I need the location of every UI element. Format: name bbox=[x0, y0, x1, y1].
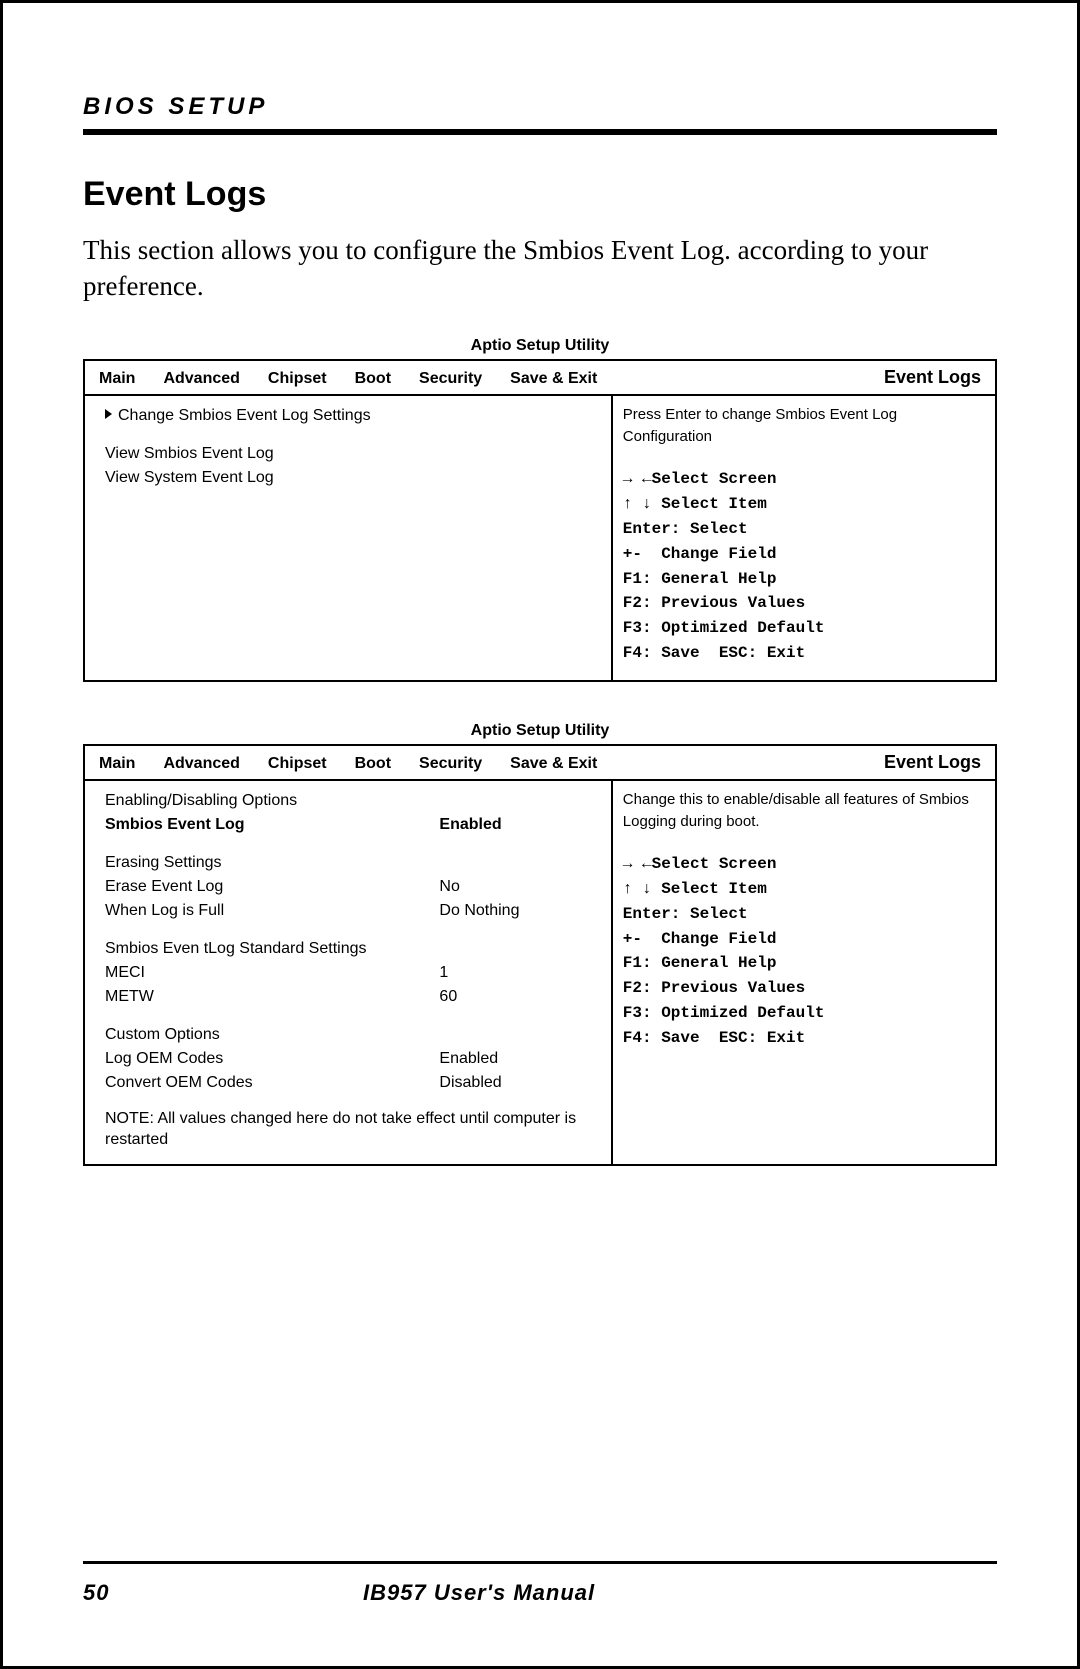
group-header-custom: Custom Options bbox=[105, 1023, 597, 1047]
help-description: Press Enter to change Smbios Event Log C… bbox=[623, 404, 985, 448]
setting-value: Enabled bbox=[439, 813, 596, 837]
section-title: Event Logs bbox=[83, 175, 997, 214]
setting-value: Do Nothing bbox=[439, 899, 596, 923]
menu-item-change-settings[interactable]: Change Smbios Event Log Settings bbox=[105, 404, 597, 428]
tab-advanced[interactable]: Advanced bbox=[163, 755, 239, 773]
setting-label: Convert OEM Codes bbox=[105, 1071, 439, 1095]
tab-event-logs[interactable]: Event Logs bbox=[884, 752, 981, 773]
bios-frame: Main Advanced Chipset Boot Security Save… bbox=[83, 359, 997, 682]
manual-title: IB957 User's Manual bbox=[283, 1580, 997, 1606]
group-header-erasing: Erasing Settings bbox=[105, 851, 597, 875]
setting-erase-event-log[interactable]: Erase Event Log No bbox=[105, 875, 597, 899]
bios-body: Enabling/Disabling Options Smbios Event … bbox=[85, 781, 995, 1165]
bios-body: Change Smbios Event Log Settings View Sm… bbox=[85, 396, 995, 680]
setting-label: MECI bbox=[105, 961, 439, 985]
setting-value: No bbox=[439, 875, 596, 899]
menu-item-view-system[interactable]: View System Event Log bbox=[105, 466, 597, 490]
header-rule bbox=[83, 129, 997, 135]
help-keys: → ←Select Screen ↑ ↓ Select Item Enter: … bbox=[623, 467, 985, 665]
bios-frame: Main Advanced Chipset Boot Security Save… bbox=[83, 744, 997, 1167]
setting-label: When Log is Full bbox=[105, 899, 439, 923]
tab-advanced[interactable]: Advanced bbox=[163, 370, 239, 388]
setting-when-log-full[interactable]: When Log is Full Do Nothing bbox=[105, 899, 597, 923]
footer-rule bbox=[83, 1561, 997, 1564]
help-description: Change this to enable/disable all featur… bbox=[623, 789, 985, 833]
bios-tabs: Main Advanced Chipset Boot Security Save… bbox=[85, 361, 995, 396]
bios-utility-title: Aptio Setup Utility bbox=[83, 722, 997, 740]
bios-screenshot-1: Aptio Setup Utility Main Advanced Chipse… bbox=[83, 337, 997, 682]
bios-left-column: Enabling/Disabling Options Smbios Event … bbox=[85, 781, 613, 1165]
setting-convert-oem-codes[interactable]: Convert OEM Codes Disabled bbox=[105, 1071, 597, 1095]
triangle-right-icon bbox=[105, 409, 112, 419]
tab-chipset[interactable]: Chipset bbox=[268, 755, 327, 773]
help-keys: → ←Select Screen ↑ ↓ Select Item Enter: … bbox=[623, 852, 985, 1050]
setting-label: Smbios Event Log bbox=[105, 813, 439, 837]
setting-value: 1 bbox=[439, 961, 596, 985]
setting-value: Enabled bbox=[439, 1047, 596, 1071]
tab-boot[interactable]: Boot bbox=[355, 755, 391, 773]
tab-boot[interactable]: Boot bbox=[355, 370, 391, 388]
bios-right-column: Change this to enable/disable all featur… bbox=[613, 781, 995, 1165]
setting-smbios-event-log[interactable]: Smbios Event Log Enabled bbox=[105, 813, 597, 837]
tab-event-logs[interactable]: Event Logs bbox=[884, 367, 981, 388]
settings-note: NOTE: All values changed here do not tak… bbox=[105, 1109, 597, 1151]
header-label: BIOS SETUP bbox=[83, 93, 997, 121]
menu-item-view-smbios[interactable]: View Smbios Event Log bbox=[105, 442, 597, 466]
setting-meci[interactable]: MECI 1 bbox=[105, 961, 597, 985]
tab-main[interactable]: Main bbox=[99, 755, 135, 773]
setting-value: Disabled bbox=[439, 1071, 596, 1095]
bios-right-column: Press Enter to change Smbios Event Log C… bbox=[613, 396, 995, 680]
setting-label: METW bbox=[105, 985, 439, 1009]
section-description: This section allows you to configure the… bbox=[83, 232, 997, 305]
tab-save-exit[interactable]: Save & Exit bbox=[510, 755, 597, 773]
setting-value: 60 bbox=[439, 985, 596, 1009]
document-page: BIOS SETUP Event Logs This section allow… bbox=[0, 0, 1080, 1669]
tab-main[interactable]: Main bbox=[99, 370, 135, 388]
tab-chipset[interactable]: Chipset bbox=[268, 370, 327, 388]
bios-left-column: Change Smbios Event Log Settings View Sm… bbox=[85, 396, 613, 680]
group-header-standard: Smbios Even tLog Standard Settings bbox=[105, 937, 597, 961]
bios-utility-title: Aptio Setup Utility bbox=[83, 337, 997, 355]
setting-log-oem-codes[interactable]: Log OEM Codes Enabled bbox=[105, 1047, 597, 1071]
tab-save-exit[interactable]: Save & Exit bbox=[510, 370, 597, 388]
page-footer: 50 IB957 User's Manual bbox=[83, 1561, 997, 1606]
setting-metw[interactable]: METW 60 bbox=[105, 985, 597, 1009]
tab-security[interactable]: Security bbox=[419, 755, 482, 773]
bios-screenshot-2: Aptio Setup Utility Main Advanced Chipse… bbox=[83, 722, 997, 1167]
group-header-enabling: Enabling/Disabling Options bbox=[105, 789, 597, 813]
tab-security[interactable]: Security bbox=[419, 370, 482, 388]
setting-label: Log OEM Codes bbox=[105, 1047, 439, 1071]
page-number: 50 bbox=[83, 1580, 283, 1606]
setting-label: Erase Event Log bbox=[105, 875, 439, 899]
bios-tabs: Main Advanced Chipset Boot Security Save… bbox=[85, 746, 995, 781]
